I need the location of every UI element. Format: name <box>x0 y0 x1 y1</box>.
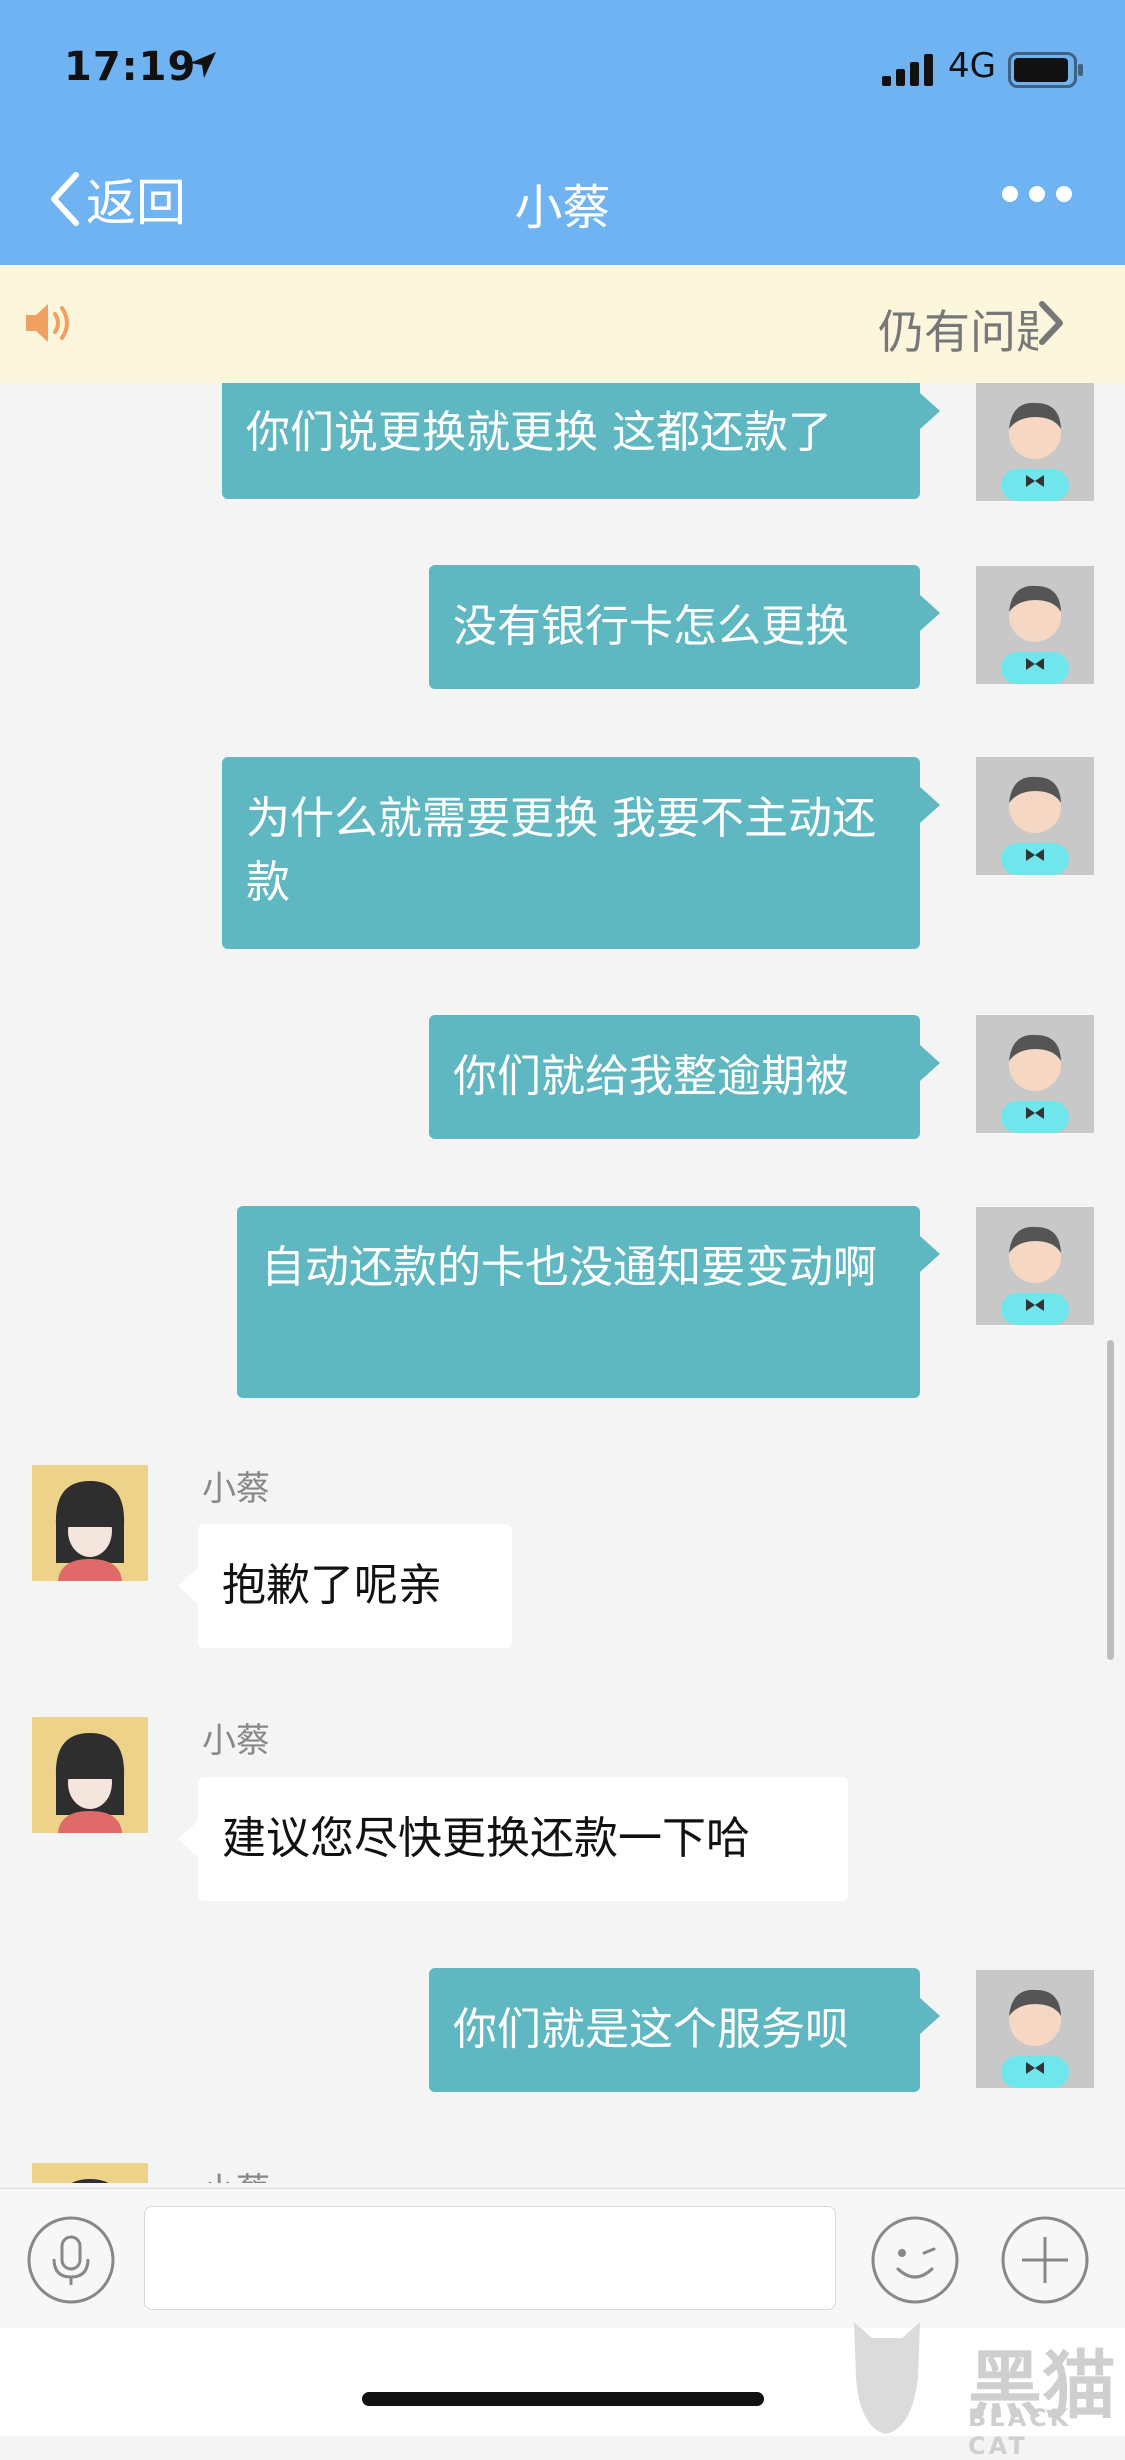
page-title: 小蔡 <box>514 180 611 236</box>
sender-name: 小蔡 <box>202 2163 270 2183</box>
sender-name: 小蔡 <box>202 1721 270 1761</box>
microphone-icon[interactable] <box>26 2215 116 2305</box>
message-text: 你们就是这个服务呗 <box>453 2004 849 2055</box>
signal-icon <box>882 54 933 86</box>
agent-avatar-icon[interactable] <box>32 1465 148 1581</box>
message-text: 你们说更换就更换 这都还款了 <box>246 407 832 458</box>
message-text: 为什么就需要更换 我要不主动还款 <box>246 793 876 908</box>
agent-avatar-icon[interactable] <box>32 2163 148 2183</box>
message-text: 抱歉了呢亲 <box>222 1560 442 1611</box>
speaker-icon <box>26 304 69 342</box>
user-avatar-icon[interactable] <box>976 757 1094 875</box>
message-bubble-incoming[interactable]: 建议您尽快更换还款一下哈 <box>178 1777 848 1901</box>
status-time: 17:19 <box>64 44 197 90</box>
message-text: 你们就给我整逾期被 <box>453 1051 849 1102</box>
message-text: 建议您尽快更换还款一下哈 <box>222 1813 750 1864</box>
message-bubble-outgoing[interactable]: 你们说更换就更换 这都还款了 <box>222 383 940 499</box>
location-arrow-icon <box>190 52 216 78</box>
message-bubble-outgoing[interactable]: 你们就给我整逾期被 <box>429 1015 940 1139</box>
message-text: 没有银行卡怎么更换 <box>453 601 849 652</box>
user-avatar-icon[interactable] <box>976 1207 1094 1325</box>
user-avatar-icon[interactable] <box>976 383 1094 501</box>
message-bubble-outgoing[interactable]: 自动还款的卡也没通知要变动啊 <box>237 1206 940 1398</box>
message-bubble-outgoing[interactable]: 没有银行卡怎么更换 <box>429 565 940 689</box>
plus-icon[interactable] <box>1000 2215 1090 2305</box>
message-list[interactable]: 你们说更换就更换 这都还款了 没有银行卡怎么更换 为什么就需要更换 我要不主动还… <box>0 383 1125 2183</box>
home-indicator[interactable] <box>362 2392 764 2406</box>
chevron-right-icon <box>1039 301 1063 345</box>
scrollbar[interactable] <box>1107 1340 1114 1660</box>
message-bubble-incoming[interactable]: 抱歉了呢亲 <box>178 1524 512 1648</box>
watermark-subtext: BLACK CAT <box>968 2404 1072 2460</box>
user-avatar-icon[interactable] <box>976 1970 1094 2088</box>
message-input[interactable] <box>144 2206 836 2310</box>
agent-avatar-icon[interactable] <box>32 1717 148 1833</box>
user-avatar-icon[interactable] <box>976 566 1094 684</box>
message-bubble-outgoing[interactable]: 你们就是这个服务呗 <box>429 1968 940 2092</box>
battery-icon <box>1008 52 1083 88</box>
notice-text[interactable]: 仍有问题 <box>878 296 1038 362</box>
network-type: 4G <box>948 46 996 86</box>
emoji-icon[interactable] <box>870 2215 960 2305</box>
message-text: 自动还款的卡也没通知要变动啊 <box>261 1242 877 1293</box>
user-avatar-icon[interactable] <box>976 1015 1094 1133</box>
message-bubble-outgoing[interactable]: 为什么就需要更换 我要不主动还款 <box>222 757 940 949</box>
sender-name: 小蔡 <box>202 1469 270 1509</box>
more-icon[interactable] <box>1000 180 1074 208</box>
